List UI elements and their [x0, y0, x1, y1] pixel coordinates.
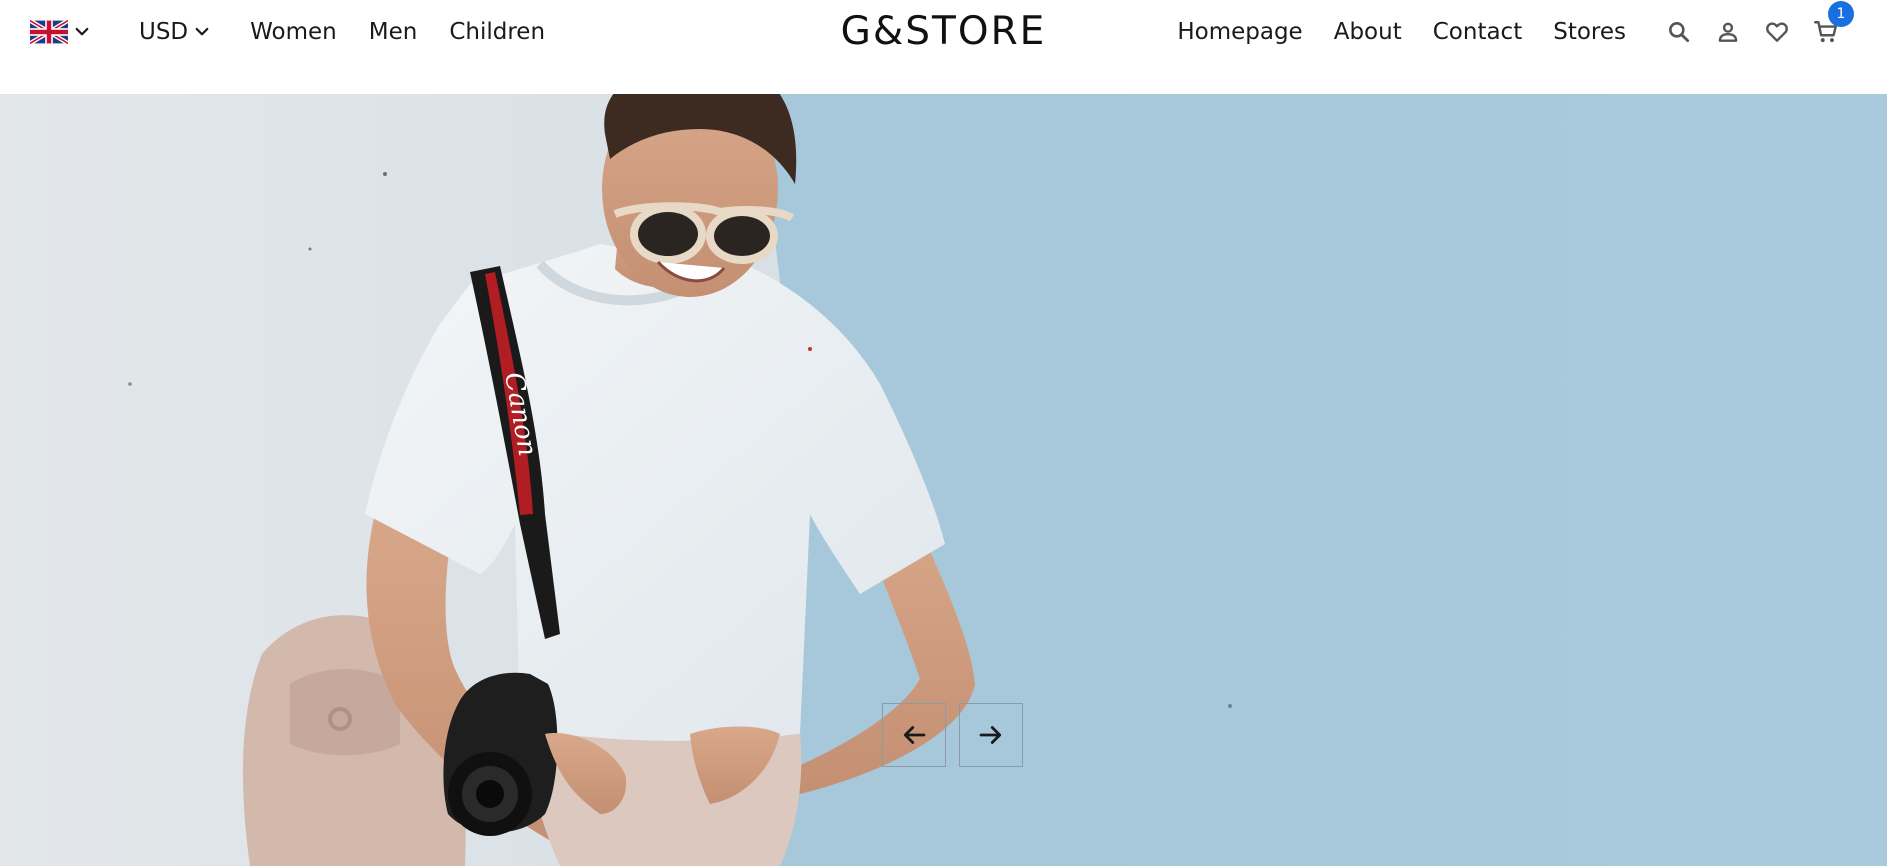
nav-link-women[interactable]: Women: [250, 19, 337, 45]
nav-link-children[interactable]: Children: [449, 19, 545, 45]
account-button[interactable]: [1715, 19, 1741, 45]
currency-label: USD: [139, 19, 189, 45]
nav-link-men[interactable]: Men: [369, 19, 418, 45]
language-selector[interactable]: [30, 20, 91, 44]
arrow-right-icon: [979, 726, 1002, 744]
nav-right: Homepage About Contact Stores 1: [1177, 1, 1854, 50]
navbar: USD Women Men Children G&STORE Homepage …: [0, 0, 1887, 94]
store-logo[interactable]: G&STORE: [841, 9, 1047, 54]
slider-next-button[interactable]: [959, 703, 1023, 767]
heart-icon: [1766, 22, 1788, 42]
nav-link-about[interactable]: About: [1334, 19, 1402, 45]
cart-count-badge: 1: [1828, 1, 1854, 27]
search-button[interactable]: [1666, 19, 1692, 45]
nav-link-stores[interactable]: Stores: [1553, 19, 1626, 45]
wishlist-button[interactable]: [1764, 19, 1790, 45]
nav-link-homepage[interactable]: Homepage: [1177, 19, 1302, 45]
cart-button[interactable]: 1: [1813, 1, 1854, 45]
currency-selector[interactable]: USD: [139, 19, 211, 45]
nav-link-contact[interactable]: Contact: [1433, 19, 1522, 45]
chevron-down-icon: [195, 27, 209, 36]
nav-left: USD Women Men Children: [30, 14, 545, 50]
chevron-down-icon: [75, 27, 89, 36]
hero-slider: Canon: [0, 94, 1887, 866]
arrow-left-icon: [903, 726, 926, 744]
search-icon: [1669, 22, 1690, 43]
user-icon: [1718, 22, 1738, 42]
slider-prev-button[interactable]: [882, 703, 946, 767]
uk-flag-icon: [30, 20, 68, 44]
